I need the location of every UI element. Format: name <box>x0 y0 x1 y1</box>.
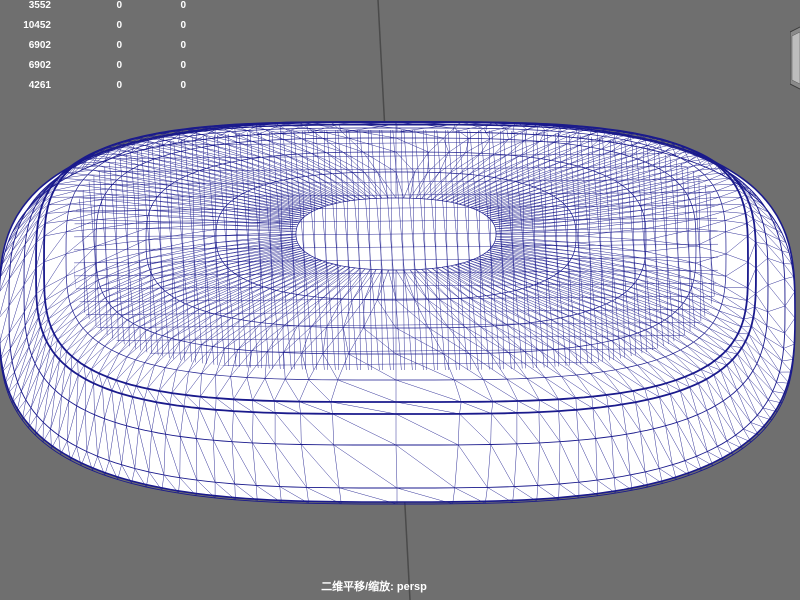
hud-cell: 4261 <box>28 79 51 91</box>
hud-cell: 0 <box>180 0 186 11</box>
hud-cell: 0 <box>180 59 186 71</box>
hud-cell: 0 <box>180 39 186 51</box>
hud-row: 10452 0 0 <box>0 15 186 35</box>
hud-cell: 0 <box>180 19 186 31</box>
view-cube-icon[interactable] <box>790 26 800 90</box>
hud-cell: 0 <box>116 79 122 91</box>
hud-cell: 0 <box>180 79 186 91</box>
camera-status-label: 二维平移/缩放: persp <box>321 581 427 593</box>
hud-row: 6902 0 0 <box>0 35 186 55</box>
hud-cell: 6902 <box>28 39 51 51</box>
hud-cell: 0 <box>116 0 122 11</box>
hud-cell: 0 <box>116 39 122 51</box>
hud-cell: 0 <box>116 19 122 31</box>
hud-cell: 0 <box>116 59 122 71</box>
hud-cell: 3552 <box>28 0 51 11</box>
hud-row: 3552 0 0 <box>0 0 186 15</box>
hud-row: 6902 0 0 <box>0 55 186 75</box>
hud-row: 4261 0 0 <box>0 75 186 95</box>
hud-cell: 6902 <box>28 59 51 71</box>
wireframe-mesh[interactable] <box>0 110 796 505</box>
hud-cell: 10452 <box>23 19 51 31</box>
perspective-viewport[interactable]: 3552 0 0 10452 0 0 6902 0 0 6902 0 0 4261 0 0 二维平移/缩放:… <box>0 0 800 600</box>
heads-up-display-stats: 3552 0 0 10452 0 0 6902 0 0 6902 0 0 4261 0 0 <box>0 0 186 95</box>
